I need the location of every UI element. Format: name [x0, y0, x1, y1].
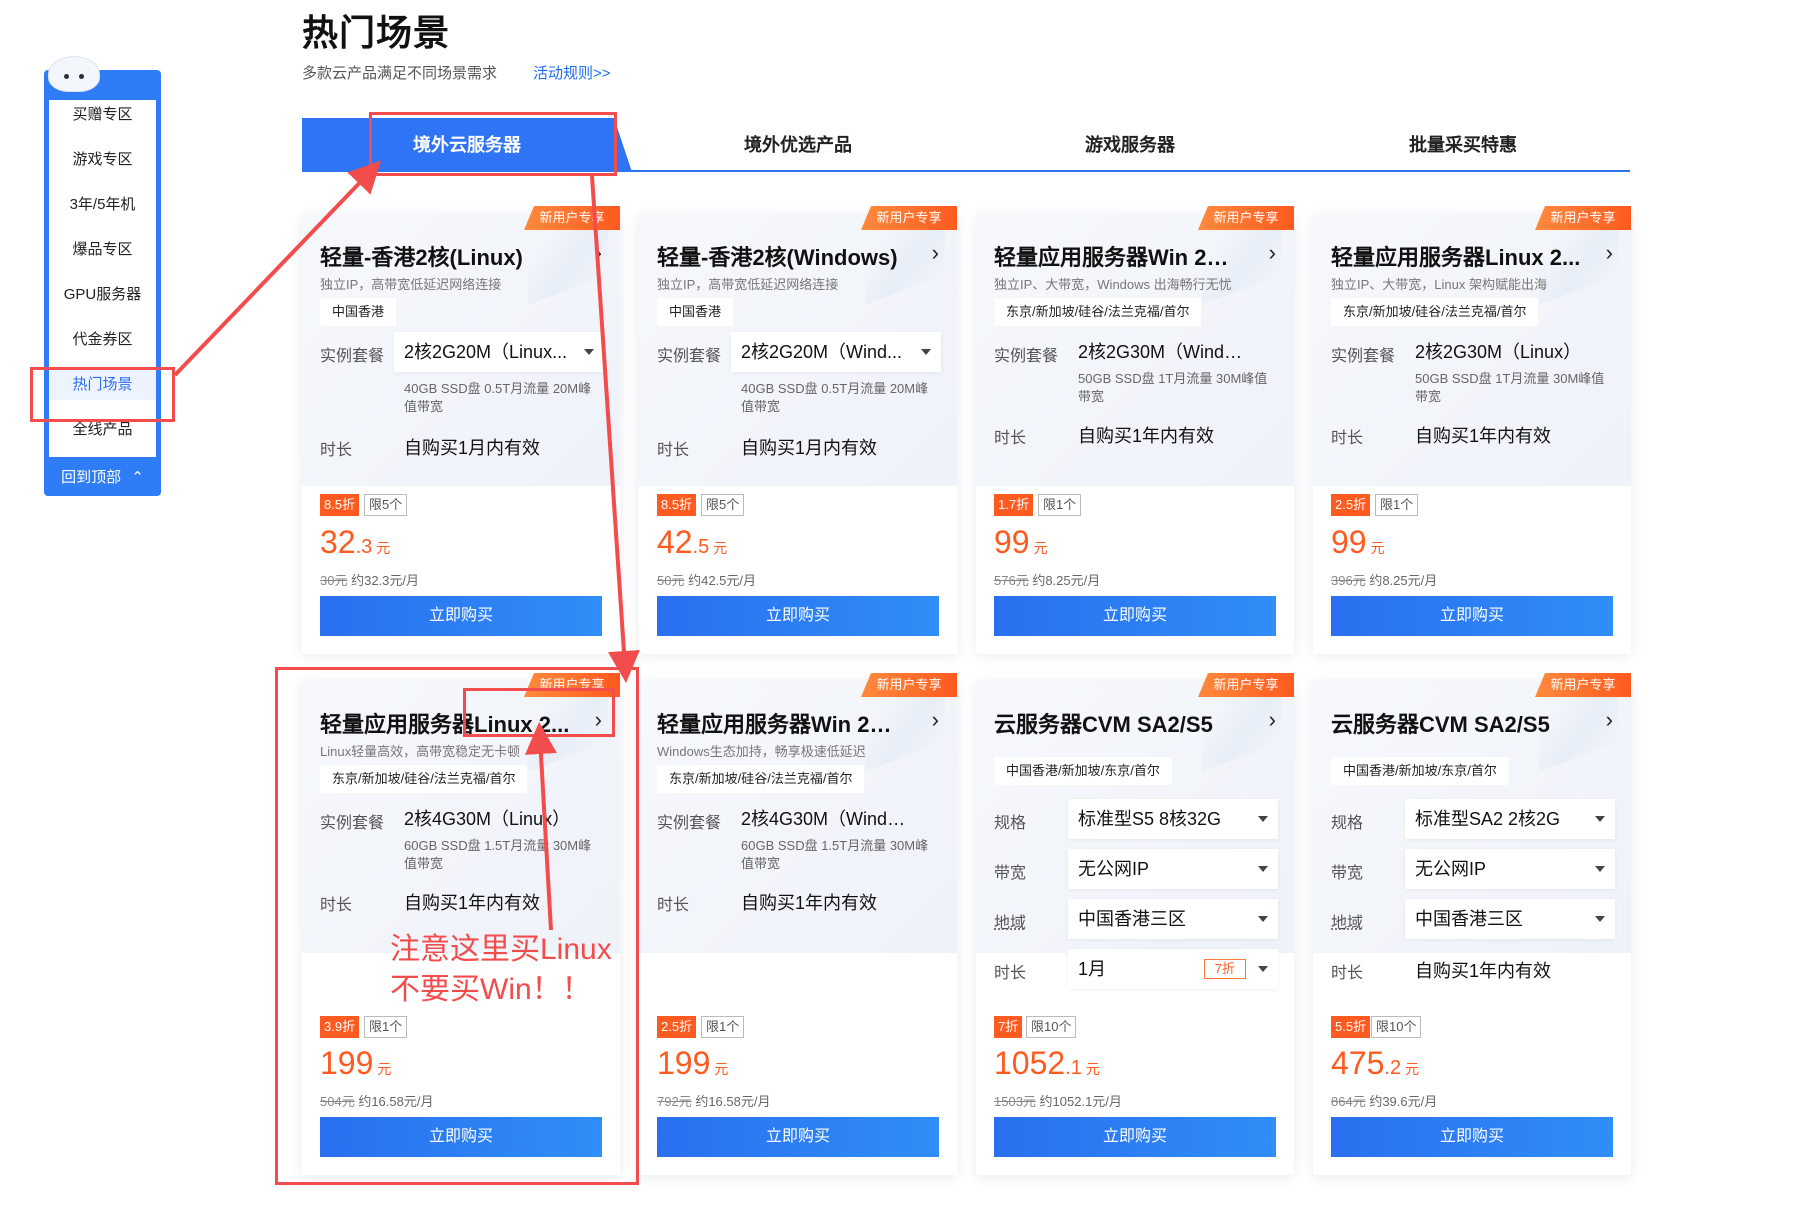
arrow-tab-to-card	[590, 175, 640, 683]
annotation-line-1: 注意这里买Linux	[390, 933, 612, 966]
annotation-arrows	[173, 160, 640, 931]
annotation-note: 注意这里买Linux 不要买Win！！	[390, 930, 612, 1010]
annotation-line-2: 不要买Win！！	[390, 973, 592, 1006]
arrow-text-to-title	[524, 722, 557, 931]
arrow-nav-to-tab	[173, 160, 382, 377]
